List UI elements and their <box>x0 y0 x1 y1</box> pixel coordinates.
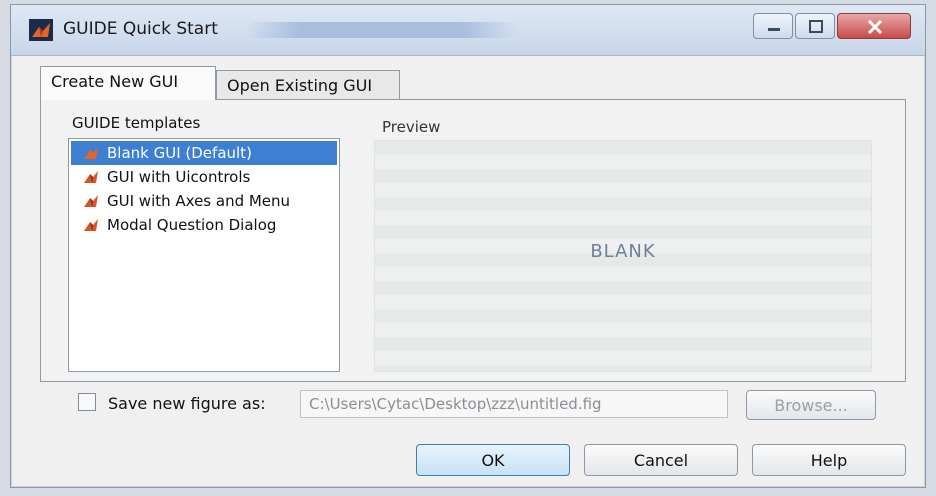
list-item[interactable]: Blank GUI (Default) <box>71 141 337 165</box>
minimize-button[interactable] <box>753 13 793 39</box>
figure-path-field[interactable]: C:\Users\Cytac\Desktop\zzz\untitled.fig <box>300 390 728 418</box>
maximize-icon <box>809 20 823 33</box>
matlab-icon <box>84 171 98 183</box>
preview-area: BLANK <box>374 140 872 372</box>
templates-list[interactable]: Blank GUI (Default) GUI with Uicontrols … <box>68 138 340 372</box>
list-item-label: GUI with Uicontrols <box>107 168 251 186</box>
help-button[interactable]: Help <box>752 444 906 476</box>
list-item-label: Modal Question Dialog <box>107 216 277 234</box>
save-figure-checkbox[interactable] <box>78 393 96 411</box>
cancel-button[interactable]: Cancel <box>584 444 738 476</box>
list-item[interactable]: Modal Question Dialog <box>71 213 337 237</box>
list-item-label: GUI with Axes and Menu <box>107 192 291 210</box>
minimize-icon <box>768 28 780 31</box>
close-button[interactable] <box>837 13 911 39</box>
title-bar[interactable]: GUIDE Quick Start <box>11 5 925 56</box>
list-item[interactable]: GUI with Uicontrols <box>71 165 337 189</box>
matlab-icon <box>84 195 98 207</box>
list-item-label: Blank GUI (Default) <box>107 144 252 162</box>
window-title: GUIDE Quick Start <box>63 19 218 39</box>
maximize-button[interactable] <box>795 13 835 39</box>
matlab-icon <box>29 19 53 41</box>
browse-button[interactable]: Browse... <box>746 390 876 420</box>
matlab-icon <box>84 219 98 231</box>
templates-heading: GUIDE templates <box>72 114 201 132</box>
list-item[interactable]: GUI with Axes and Menu <box>71 189 337 213</box>
matlab-icon <box>84 147 98 159</box>
preview-blank-text: BLANK <box>590 241 656 262</box>
ok-button[interactable]: OK <box>416 444 570 476</box>
save-figure-label: Save new figure as: <box>108 394 266 413</box>
title-blur <box>246 22 516 38</box>
close-icon <box>867 19 883 35</box>
tab-create-new-gui[interactable]: Create New GUI <box>40 66 216 100</box>
preview-heading: Preview <box>382 118 441 136</box>
tab-open-existing-gui[interactable]: Open Existing GUI <box>216 70 400 100</box>
